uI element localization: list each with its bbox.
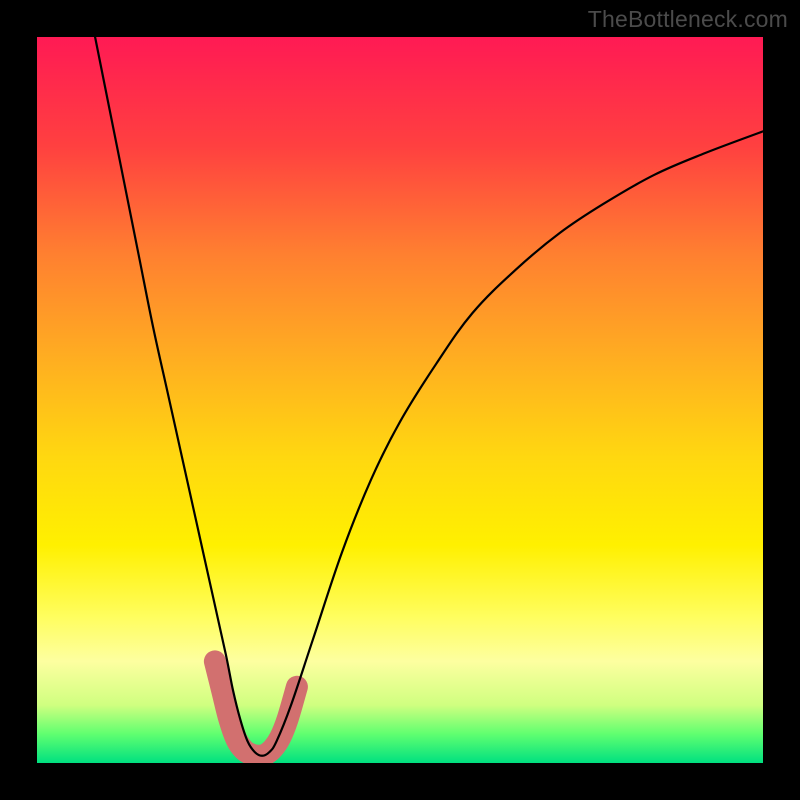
watermark-text: TheBottleneck.com	[588, 6, 788, 33]
plot-area	[37, 37, 763, 763]
chart-svg	[37, 37, 763, 763]
valley-highlight-path	[215, 661, 297, 755]
primary-curve-path	[95, 37, 763, 756]
outer-frame: TheBottleneck.com	[0, 0, 800, 800]
